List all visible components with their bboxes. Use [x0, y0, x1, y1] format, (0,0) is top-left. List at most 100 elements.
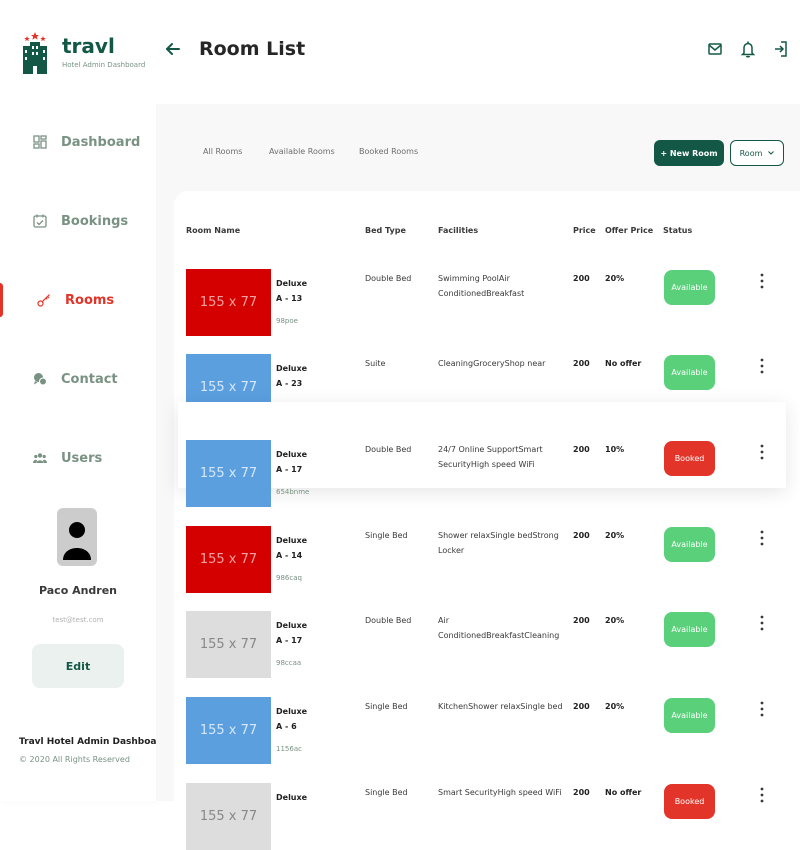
sidebar-item-contact[interactable]: Contact [0, 362, 156, 396]
more-options-icon[interactable] [756, 700, 768, 718]
bed-type-cell: Suite [365, 359, 386, 368]
dashboard-icon [33, 135, 47, 149]
room-thumbnail: 155 x 77 [186, 440, 271, 507]
room-type: Deluxe [276, 621, 308, 630]
offer-price-cell: 20% [605, 274, 625, 283]
price-cell: 200 [573, 788, 590, 797]
offer-price-cell: 10% [605, 445, 625, 454]
price-cell: 200 [573, 445, 590, 454]
room-id: 1156ac [276, 745, 302, 753]
bed-type-cell: Double Bed [365, 274, 412, 283]
avatar [57, 508, 97, 566]
facilities-cell: KitchenShower relaxSingle bed [438, 702, 563, 711]
sidebar-item-dashboard[interactable]: Dashboard [0, 125, 156, 159]
tab-available-rooms[interactable]: Available Rooms [269, 147, 335, 156]
sidebar: travl Hotel Admin Dashboard Dashboard Bo… [0, 0, 167, 801]
offer-price-cell: No offer [605, 788, 642, 797]
bed-type-cell: Single Bed [365, 702, 408, 711]
users-icon [33, 453, 47, 463]
room-type: Deluxe [276, 707, 308, 716]
room-type: Deluxe [276, 450, 308, 459]
hotel-logo-icon [23, 32, 47, 74]
column-header-status[interactable]: Status [663, 226, 692, 235]
offer-price-cell: 20% [605, 702, 625, 711]
column-header-facilities[interactable]: Facilities [438, 226, 478, 235]
status-badge[interactable]: Booked [664, 784, 715, 819]
edit-profile-button[interactable]: Edit [32, 644, 124, 688]
room-thumbnail: 155 x 77 [186, 611, 271, 678]
thumbnail-placeholder-text: 155 x 77 [199, 552, 258, 567]
price-cell: 200 [573, 359, 590, 368]
room-sort-label: Room [739, 148, 763, 158]
more-options-icon[interactable] [756, 443, 768, 461]
calendar-icon [33, 214, 47, 228]
room-thumbnail: 155 x 77 [186, 697, 271, 764]
sidebar-item-label: Dashboard [61, 134, 141, 150]
room-number: A - 23 [276, 379, 303, 388]
column-header-bed-type[interactable]: Bed Type [365, 226, 406, 235]
offer-price-cell: 20% [605, 616, 625, 625]
price-cell: 200 [573, 616, 590, 625]
sidebar-item-rooms[interactable]: Rooms [0, 283, 156, 317]
logout-icon[interactable] [772, 40, 790, 58]
room-number: A - 17 [276, 465, 303, 474]
mail-icon[interactable] [706, 40, 724, 58]
column-header-price[interactable]: Price [573, 226, 596, 235]
sidebar-item-label: Rooms [65, 292, 115, 308]
sidebar-item-label: Contact [61, 371, 118, 387]
thumbnail-placeholder-text: 155 x 77 [199, 809, 258, 824]
column-header-offer-price[interactable]: Offer Price [605, 226, 653, 235]
room-thumbnail: 155 x 77 [186, 526, 271, 593]
more-options-icon[interactable] [756, 614, 768, 632]
footer-title: Travl Hotel Admin Dashboard [19, 737, 168, 747]
bell-icon[interactable] [739, 40, 757, 58]
more-options-icon[interactable] [756, 529, 768, 547]
facilities-cell: Shower relaxSingle bedStrong Locker [438, 531, 559, 555]
column-header-room-name[interactable]: Room Name [186, 226, 240, 235]
facilities-cell: Smart SecurityHigh speed WiFi [438, 788, 562, 797]
bed-type-cell: Single Bed [365, 531, 408, 540]
room-sort-select[interactable]: Room [730, 140, 784, 166]
price-cell: 200 [573, 702, 590, 711]
new-room-button[interactable]: + New Room [654, 140, 724, 166]
status-badge[interactable]: Available [664, 270, 715, 305]
brand-subtitle: Hotel Admin Dashboard [62, 61, 146, 69]
chevron-down-icon [768, 151, 775, 155]
more-options-icon[interactable] [756, 357, 768, 375]
chat-icon [34, 373, 47, 386]
room-number: A - 14 [276, 551, 303, 560]
thumbnail-placeholder-text: 155 x 77 [199, 295, 258, 310]
facilities-cell: CleaningGroceryShop near [438, 359, 546, 368]
tab-all-rooms[interactable]: All Rooms [203, 147, 242, 156]
facilities-cell: 24/7 Online SupportSmart SecurityHigh sp… [438, 445, 543, 469]
footer-copyright: © 2020 All Rights Reserved [19, 755, 130, 764]
sidebar-item-label: Users [61, 450, 103, 466]
price-cell: 200 [573, 531, 590, 540]
back-arrow-icon[interactable] [164, 40, 182, 58]
room-id: 986caq [276, 574, 302, 582]
room-id: 98ccaa [276, 659, 302, 667]
room-type: Deluxe [276, 364, 308, 373]
bed-type-cell: Double Bed [365, 445, 412, 454]
more-options-icon[interactable] [756, 786, 768, 804]
user-name: Paco Andren [38, 584, 118, 597]
room-type: Deluxe [276, 279, 308, 288]
sidebar-item-label: Bookings [61, 213, 129, 229]
offer-price-cell: No offer [605, 359, 642, 368]
status-badge[interactable]: Booked [664, 441, 715, 476]
bed-type-cell: Double Bed [365, 616, 412, 625]
status-badge[interactable]: Available [664, 355, 715, 390]
room-thumbnail: 155 x 77 [186, 783, 271, 850]
room-number: A - 6 [276, 722, 297, 731]
sidebar-item-bookings[interactable]: Bookings [0, 204, 156, 238]
page-title: Room List [199, 38, 306, 60]
facilities-cell: Swimming PoolAir ConditionedBreakfast [438, 274, 525, 298]
thumbnail-placeholder-text: 155 x 77 [199, 466, 258, 481]
tab-booked-rooms[interactable]: Booked Rooms [359, 147, 418, 156]
facilities-cell: Air ConditionedBreakfastCleaning [438, 616, 560, 640]
more-options-icon[interactable] [756, 272, 768, 290]
sidebar-item-users[interactable]: Users [0, 441, 156, 475]
status-badge[interactable]: Available [664, 527, 715, 562]
status-badge[interactable]: Available [664, 612, 715, 647]
status-badge[interactable]: Available [664, 698, 715, 733]
